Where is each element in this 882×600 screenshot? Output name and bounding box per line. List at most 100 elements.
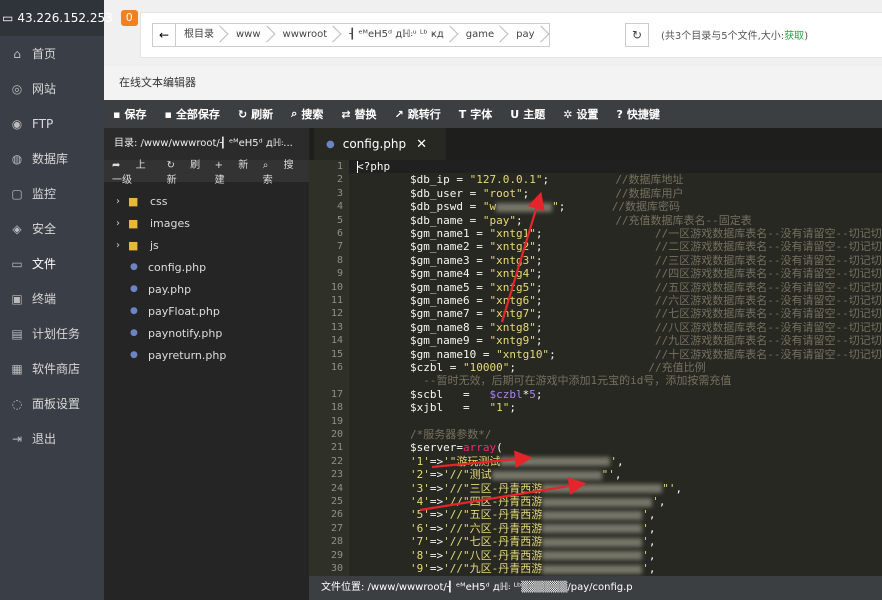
panel-action-2[interactable]: + 新建 xyxy=(215,156,251,186)
breadcrumb-item[interactable]: www xyxy=(228,24,275,46)
text-editor-window: 在线文本编辑器 ▪ 保存 ▪ 全部保存 ↻ 刷新 ⌕ 搜索 ⇄ 替换 ↗ 跳转行 T 字体 U 主题 ✲ 设置? 快… xyxy=(104,66,882,600)
file-item[interactable]: ● config.php xyxy=(104,256,309,278)
code-line: --暂时无效，后期可在游戏中添加1元宝的id号，添加按需充值 xyxy=(309,374,882,387)
php-file-icon: ● xyxy=(130,306,138,316)
folder-item[interactable]: › ■ js xyxy=(104,234,309,256)
sidebar-item-label: 面板设置 xyxy=(32,397,81,411)
line-number: 4 xyxy=(336,201,343,213)
code-text: $db_ip = "127.0.0.1"; //数据库地址 xyxy=(357,173,684,187)
code-text: $czbl = "10000"; //充值比例 xyxy=(357,361,706,374)
panel-action-1[interactable]: ↻ 刷新 xyxy=(167,156,203,186)
sidebar-item-0[interactable]: ⌂ 首页 xyxy=(0,36,104,71)
toolbar-label: 刷新 xyxy=(251,108,274,121)
toolbar-label: 跳转行 xyxy=(407,108,441,121)
toolbar-label: 全部保存 xyxy=(175,108,220,121)
code-text: '4'=>'//"四区-丹青西游 ', xyxy=(409,495,666,508)
database-icon: ◍ xyxy=(11,151,23,166)
sidebar-item-11[interactable]: ⇥ 退出 xyxy=(0,421,104,456)
php-file-icon: ● xyxy=(130,262,138,272)
line-number: 6 xyxy=(336,228,343,239)
code-text: '8'=>'//"八区-丹青西游 ', xyxy=(409,548,656,562)
refresh-button[interactable]: ↻ xyxy=(625,23,649,47)
code-editor[interactable]: 1 <?php 2 $db_ip = "127.0.0.1"; //数据库地址 3 $… xyxy=(309,160,882,576)
sidebar-item-5[interactable]: ◈ 安全 xyxy=(0,211,104,246)
code-line: 4 $db_pswd = "w "; //数据库密码 xyxy=(309,200,882,213)
directory-stats: (共3个目录与5个文件,大小:获取) xyxy=(661,31,809,42)
file-item[interactable]: ● paynotify.php xyxy=(104,322,309,344)
sidebar-item-7[interactable]: ▣ 终端 xyxy=(0,281,104,316)
breadcrumb-item[interactable]: 根目录 xyxy=(176,24,228,46)
close-tab-icon[interactable]: ✕ xyxy=(416,137,427,152)
sidebar-item-label: 监控 xyxy=(32,187,57,201)
sidebar-item-3[interactable]: ◍ 数据库 xyxy=(0,141,104,176)
file-item[interactable]: ● pay.php xyxy=(104,278,309,300)
toolbar-button-0[interactable]: ▪ 保存 xyxy=(104,100,155,128)
line-number: 2 xyxy=(336,174,343,186)
toolbar-button-9[interactable]: ? 快捷键 xyxy=(607,100,668,128)
folder-name: js xyxy=(150,238,159,252)
sidebar-item-label: 计划任务 xyxy=(32,327,81,341)
php-file-icon: ● xyxy=(326,138,335,150)
search-icon: ⌕ xyxy=(291,107,298,120)
breadcrumb-item[interactable]: ┨ ᵉᴹeH5ᵈ дℍ܃ᵘ ᴸᵇ ҝд xyxy=(341,24,458,46)
sidebar-item-1[interactable]: ◎ 网站 xyxy=(0,71,104,106)
file-item[interactable]: ● payreturn.php xyxy=(104,344,309,366)
plus-icon: + xyxy=(214,160,227,171)
breadcrumb-item[interactable]: pay xyxy=(508,24,548,46)
code-line: 9 $gm_name4 = "xntg4"; //四区游戏数据库表名--没有请留… xyxy=(309,267,882,280)
grid-icon: ▦ xyxy=(11,361,23,376)
code-text: $gm_name6 = "xntg6"; //六区游戏数据库表名--没有请留空-… xyxy=(357,294,882,307)
code-text: '5'=>'//"五区-丹青西游 ', xyxy=(409,508,656,522)
sidebar-item-2[interactable]: ◉ FTP xyxy=(0,106,104,141)
code-line: 12 $gm_name7 = "xntg7"; //七区游戏数据库表名--没有请… xyxy=(309,307,882,320)
folder-item[interactable]: › ■ images xyxy=(104,212,309,234)
toolbar-button-5[interactable]: ↗ 跳转行 xyxy=(386,100,450,128)
sidebar-item-10[interactable]: ◌ 面板设置 xyxy=(0,386,104,421)
get-size-link[interactable]: 获取 xyxy=(784,31,804,42)
toolbar-label: 替换 xyxy=(354,108,377,121)
toolbar-button-1[interactable]: ▪ 全部保存 xyxy=(155,100,228,128)
breadcrumb-item[interactable]: wwwroot xyxy=(275,24,342,46)
folder-name: images xyxy=(150,216,190,230)
shield-icon: ◈ xyxy=(12,221,22,236)
code-line: 29 '8'=>'//"八区-丹青西游 ', xyxy=(309,549,882,562)
php-file-icon: ● xyxy=(130,328,138,338)
back-button[interactable]: ← xyxy=(153,24,176,46)
breadcrumb-item[interactable]: game xyxy=(458,24,508,46)
line-number: 25 xyxy=(330,496,343,507)
notification-badge[interactable]: 0 xyxy=(120,10,138,26)
editor-title: 在线文本编辑器 xyxy=(104,66,882,101)
code-line: 13 $gm_name8 = "xntg8"; //八区游戏数据库表名--没有请… xyxy=(309,321,882,334)
folder-item[interactable]: › ■ css xyxy=(104,190,309,212)
toolbar-button-8[interactable]: ✲ 设置 xyxy=(554,100,607,128)
sidebar-item-8[interactable]: ▤ 计划任务 xyxy=(0,316,104,351)
file-name: paynotify.php xyxy=(148,326,223,340)
toolbar-button-7[interactable]: U 主题 xyxy=(501,100,554,128)
sidebar-item-9[interactable]: ▦ 软件商店 xyxy=(0,351,104,386)
code-line: 18 $xjbl = "1"; xyxy=(309,401,882,414)
sidebar-item-4[interactable]: ▢ 监控 xyxy=(0,176,104,211)
toolbar-button-6[interactable]: T 字体 xyxy=(450,100,502,128)
line-number: 24 xyxy=(330,482,343,494)
toolbar-button-4[interactable]: ⇄ 替换 xyxy=(332,100,385,128)
code-text: $gm_name10 = "xntg10"; //十区游戏数据库表名--没有请留… xyxy=(357,347,882,361)
code-text: /*服务器参数*/ xyxy=(409,428,492,441)
toolbar-button-2[interactable]: ↻ 刷新 xyxy=(229,100,282,128)
home-icon: ⌂ xyxy=(13,46,21,61)
panel-action-0[interactable]: ➦ 上一级 xyxy=(112,156,155,186)
server-icon: ▭ xyxy=(2,11,14,25)
up-icon: ➦ xyxy=(112,160,124,171)
sidebar-item-6[interactable]: ▭ 文件 xyxy=(0,246,104,281)
code-text: $gm_name5 = "xntg5"; //五区游戏数据库表名--没有请留空-… xyxy=(357,280,882,294)
calendar-icon: ▤ xyxy=(11,326,23,341)
code-line: 27 '6'=>'//"六区-丹青西游 ', xyxy=(309,522,882,535)
sidebar-item-label: 安全 xyxy=(32,222,57,236)
file-item[interactable]: ● payFloat.php xyxy=(104,300,309,322)
toolbar-button-3[interactable]: ⌕ 搜索 xyxy=(282,100,332,128)
panel-action-3[interactable]: ⌕ 搜索 xyxy=(263,156,297,186)
sidebar-item-label: FTP xyxy=(32,116,54,131)
folder-name: css xyxy=(150,194,168,208)
tab-config-php[interactable]: ● config.php ✕ xyxy=(314,128,446,160)
code-line: 21 $server=array( xyxy=(309,441,882,454)
code-line: 11 $gm_name6 = "xntg6"; //六区游戏数据库表名--没有请… xyxy=(309,294,882,307)
